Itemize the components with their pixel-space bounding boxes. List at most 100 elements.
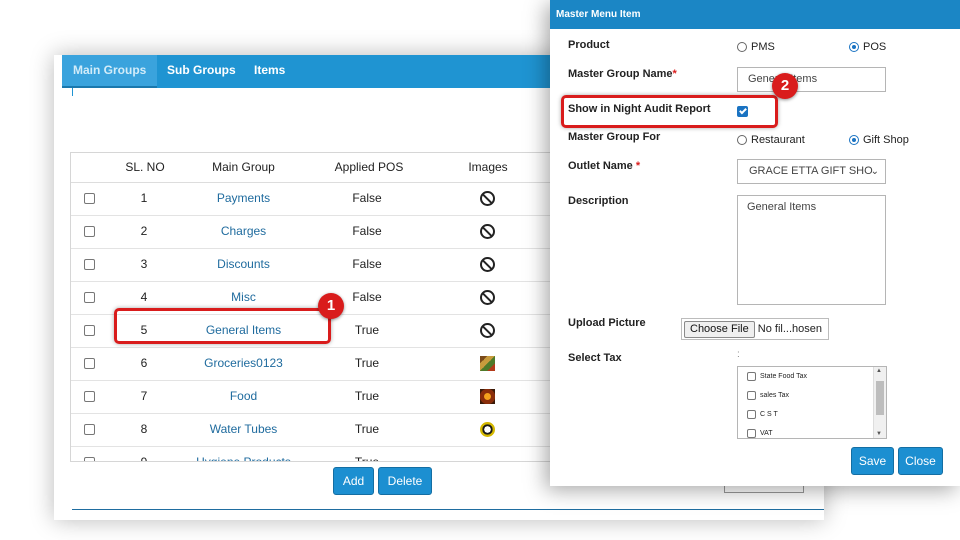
outlet-name-select[interactable]: GRACE ETTA GIFT SHO ⌄ [737,159,886,184]
product-option-pms[interactable]: PMS [737,41,775,53]
tab-sub-groups[interactable]: Sub Groups [156,55,247,88]
master-group-for-label: Master Group For [568,131,661,143]
scroll-up-icon[interactable]: ▲ [876,368,882,374]
row-applied-pos: True [354,389,380,403]
tax-list-scrollbar[interactable]: ▲ ▼ [873,367,886,438]
table-row: 1 Payments False [71,183,571,216]
select-tax-label: Select Tax [568,352,622,364]
master-group-name-label: Master Group Name* [568,68,677,80]
divider [72,88,73,96]
required-mark: * [672,68,677,80]
scroll-down-icon[interactable]: ▼ [876,431,882,437]
row-applied-pos: True [354,356,380,370]
tax-option[interactable]: State Food Tax [738,367,886,386]
table-row: 8 Water Tubes True [71,414,571,447]
radio-selected-icon[interactable] [849,42,859,53]
tab-items[interactable]: Items [243,55,296,88]
radio-icon[interactable] [737,42,747,53]
product-option-pos[interactable]: POS [849,41,886,53]
tax-option-label: C S T [760,411,778,418]
no-image-icon [479,191,495,207]
master-group-name-input[interactable]: General Items [737,67,886,92]
upload-picture-label: Upload Picture [568,317,646,329]
tax-option[interactable]: C S T [738,405,886,424]
hygiene-thumbnail [479,460,495,461]
row-sl-no: 7 [140,389,148,403]
row-checkbox[interactable] [83,424,95,436]
checkbox-icon[interactable] [747,371,756,381]
tab-main-groups[interactable]: Main Groups [62,55,158,88]
option-label: Restaurant [751,134,805,146]
row-main-group-link[interactable]: Water Tubes [181,414,306,444]
row-checkbox[interactable] [83,325,95,337]
header-sl-no: SL. NO [125,160,165,174]
table-row: 3 Discounts False [71,249,571,282]
divider [72,509,824,510]
row-applied-pos: False [352,224,382,238]
radio-icon[interactable] [737,135,747,146]
water-tubes-thumbnail [479,422,495,438]
checkbox-icon[interactable] [747,409,756,419]
tax-colon: : [737,349,740,360]
option-label: PMS [751,41,775,53]
file-upload-control[interactable]: Choose File No fil...hosen [681,318,829,340]
row-checkbox[interactable] [83,358,95,370]
chevron-down-icon: ⌄ [870,166,879,177]
add-button[interactable]: Add [333,467,374,495]
row-checkbox[interactable] [83,391,95,403]
food-thumbnail [479,389,495,405]
row-applied-pos: False [352,257,382,271]
outlet-name-label: Outlet Name * [568,160,640,172]
required-mark: * [635,160,641,172]
row-main-group-link[interactable]: Charges [181,216,306,246]
row-sl-no: 8 [140,422,148,436]
table-header: SL. NO Main Group Applied POS Images [71,153,571,183]
row-applied-pos: True [354,422,380,436]
row-checkbox[interactable] [83,193,95,205]
group-for-option-gift-shop[interactable]: Gift Shop [849,134,909,146]
close-button[interactable]: Close [898,447,943,475]
callout-highlight-general-items [114,308,331,344]
description-textarea[interactable]: General Items [737,195,886,305]
table-row: 2 Charges False [71,216,571,249]
callout-highlight-night-audit [561,95,778,128]
row-main-group-link[interactable]: Food [181,381,306,411]
product-label: Product [568,39,610,51]
label-text: Outlet Name [568,160,633,172]
tax-option[interactable]: VAT [738,424,886,438]
tax-option-label: VAT [760,430,773,437]
master-menu-item-dialog: Master Menu Item Product PMS POS Master … [550,0,960,486]
no-image-icon [479,224,495,240]
header-applied-pos: Applied POS [334,160,404,174]
row-applied-pos: False [352,191,382,205]
row-sl-no: 6 [140,356,148,370]
row-checkbox[interactable] [83,457,95,461]
row-checkbox[interactable] [83,292,95,304]
row-sl-no: 1 [140,191,148,205]
tax-option[interactable]: sales Tax [738,386,886,405]
row-main-group-link[interactable]: Payments [181,183,306,213]
scroll-thumb[interactable] [876,381,884,415]
tax-option-label: State Food Tax [760,373,807,380]
row-main-group-link[interactable]: Hygiene Products [181,447,306,461]
row-checkbox[interactable] [83,226,95,238]
header-images: Images [468,160,508,174]
row-sl-no: 9 [140,455,148,462]
option-label: Gift Shop [863,134,909,146]
tax-list: State Food Tax sales Tax C S T VAT ▲ ▼ [737,366,887,439]
row-checkbox[interactable] [83,259,95,271]
row-applied-pos: True [354,455,380,462]
row-main-group-link[interactable]: Discounts [181,249,306,279]
delete-button[interactable]: Delete [378,467,432,495]
tax-option-label: sales Tax [760,392,790,399]
row-main-group-link[interactable]: Groceries0123 [181,348,306,378]
group-for-option-restaurant[interactable]: Restaurant [737,134,805,146]
checkbox-icon[interactable] [747,428,756,438]
row-sl-no: 2 [140,224,148,238]
checkbox-icon[interactable] [747,390,756,400]
no-image-icon [479,290,495,306]
save-button[interactable]: Save [851,447,894,475]
no-image-icon [479,323,495,339]
choose-file-button[interactable]: Choose File [684,321,755,338]
radio-selected-icon[interactable] [849,135,859,146]
